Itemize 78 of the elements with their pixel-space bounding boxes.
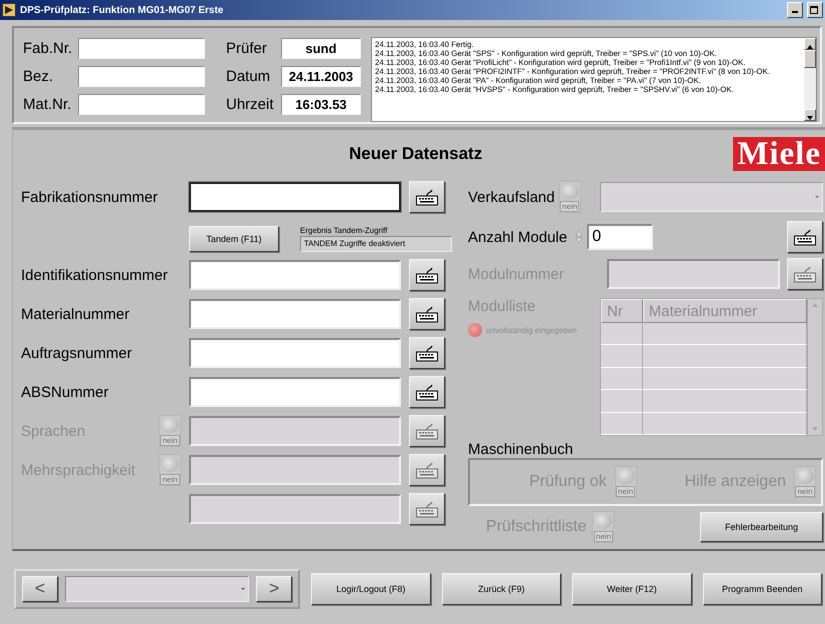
text-field[interactable] xyxy=(78,66,205,87)
field-label: Datum xyxy=(226,68,272,85)
next-button[interactable]: > xyxy=(256,576,292,602)
keyboard-icon xyxy=(415,500,439,518)
field-label: Mat.Nr. xyxy=(23,96,72,113)
toggle-label: nein xyxy=(160,474,180,485)
keyboard-button[interactable] xyxy=(409,415,445,447)
text-field[interactable] xyxy=(189,377,401,407)
field-label: Prüfer xyxy=(226,40,268,57)
field-label: Identifikationsnummer xyxy=(21,266,169,284)
column-header: Materialnummer xyxy=(642,299,807,323)
tandem-button[interactable]: Tandem (F11) xyxy=(189,226,279,252)
app-icon xyxy=(2,3,16,17)
maximize-button[interactable] xyxy=(807,2,823,18)
text-field[interactable]: 24.11.2003 xyxy=(281,66,361,87)
toggle-label: nein xyxy=(160,435,180,446)
keyboard-icon xyxy=(415,305,439,323)
keyboard-button[interactable] xyxy=(409,181,445,213)
group-label: Maschinenbuch xyxy=(468,441,574,458)
footer-button[interactable]: Logir/Logout (F8) xyxy=(311,572,431,604)
text-field[interactable] xyxy=(189,299,401,329)
text-field[interactable]: 16:03.53 xyxy=(281,94,361,115)
scrollbar[interactable] xyxy=(804,38,816,121)
keyboard-button[interactable] xyxy=(787,258,823,290)
keyboard-icon xyxy=(415,266,439,284)
column-header: Nr xyxy=(601,299,643,323)
field-label: Uhrzeit xyxy=(226,96,275,113)
toggle-label: nein xyxy=(594,531,614,542)
text-field[interactable] xyxy=(189,260,401,290)
keyboard-icon xyxy=(415,422,439,440)
field-label: ABSNummer xyxy=(21,384,110,400)
field-label: Auftragsnummer xyxy=(21,344,133,362)
text-field[interactable] xyxy=(78,38,205,59)
keyboard-button[interactable] xyxy=(409,259,445,291)
field-label: Fabrikationsnummer xyxy=(21,188,159,206)
toggle-label: nein xyxy=(616,486,636,497)
scroll-thumb[interactable] xyxy=(804,50,816,68)
dropdown[interactable] xyxy=(65,576,250,602)
field-label: Fab.Nr. xyxy=(23,40,74,57)
keyboard-icon xyxy=(415,383,439,401)
maximize-icon xyxy=(808,4,820,16)
keyboard-button[interactable] xyxy=(409,298,445,330)
toggle-label: nein xyxy=(560,201,580,212)
logo: Miele xyxy=(733,137,825,171)
text-field[interactable] xyxy=(189,338,401,368)
keyboard-button[interactable] xyxy=(409,376,445,408)
number-field[interactable]: 0 xyxy=(587,224,654,250)
form-title: Neuer Datensatz xyxy=(349,144,484,164)
text-field[interactable] xyxy=(78,94,205,115)
field-label: Materialnummer xyxy=(21,306,130,322)
keyboard-icon xyxy=(415,344,439,362)
keyboard-icon xyxy=(793,228,817,246)
keyboard-button[interactable] xyxy=(409,337,445,369)
footer-button[interactable]: Programm Beenden xyxy=(702,572,822,604)
text-field[interactable]: sund xyxy=(281,38,361,59)
keyboard-icon xyxy=(415,188,439,206)
footer-button[interactable]: Zurück (F9) xyxy=(442,572,562,604)
footer-button[interactable]: Weiter (F12) xyxy=(572,572,692,604)
keyboard-button[interactable] xyxy=(787,221,823,253)
field-label: Bez. xyxy=(23,68,54,85)
keyboard-icon xyxy=(793,265,817,283)
toggle-label: nein xyxy=(795,486,815,497)
status-label: unvollständig eingegeben xyxy=(486,326,577,334)
field-label: Anzahl Module xyxy=(468,228,568,246)
keyboard-icon xyxy=(415,461,439,479)
down-arrow-icon xyxy=(805,113,815,121)
result-label: Ergebnis Tandem-Zugriff xyxy=(300,226,388,235)
keyboard-button[interactable] xyxy=(409,454,445,486)
scrollbar[interactable] xyxy=(807,299,822,435)
minimize-button[interactable] xyxy=(787,2,803,18)
window-title: DPS-Prüfplatz: Funktion MG01-MG07 Erste xyxy=(20,4,224,16)
error-handling-button[interactable]: Fehlerbearbeitung xyxy=(700,512,823,542)
minimize-icon xyxy=(792,11,798,13)
keyboard-button[interactable] xyxy=(409,493,445,525)
previous-button[interactable]: < xyxy=(22,576,58,602)
text-field[interactable] xyxy=(189,182,401,212)
field-label: Verkaufsland xyxy=(468,188,555,206)
result-field: TANDEM Zugriffe deaktiviert xyxy=(300,236,452,252)
